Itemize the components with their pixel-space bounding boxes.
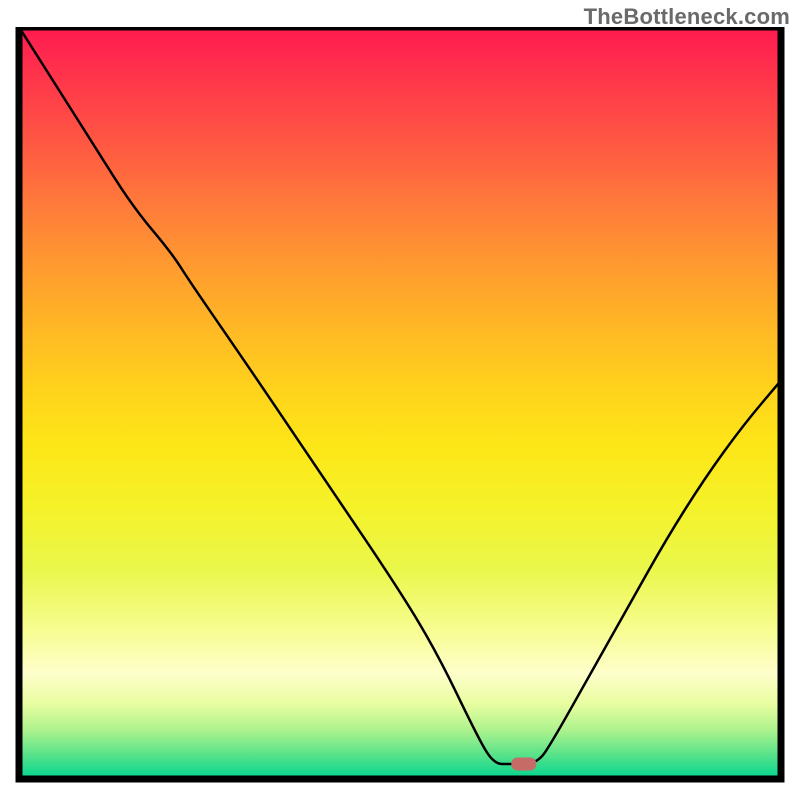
watermark-text: TheBottleneck.com bbox=[584, 4, 790, 30]
bottleneck-chart-svg bbox=[15, 27, 785, 785]
curve-marker bbox=[511, 757, 536, 770]
gradient-background bbox=[19, 27, 781, 779]
chart-container: TheBottleneck.com bbox=[0, 0, 800, 800]
plot-area bbox=[15, 27, 785, 785]
